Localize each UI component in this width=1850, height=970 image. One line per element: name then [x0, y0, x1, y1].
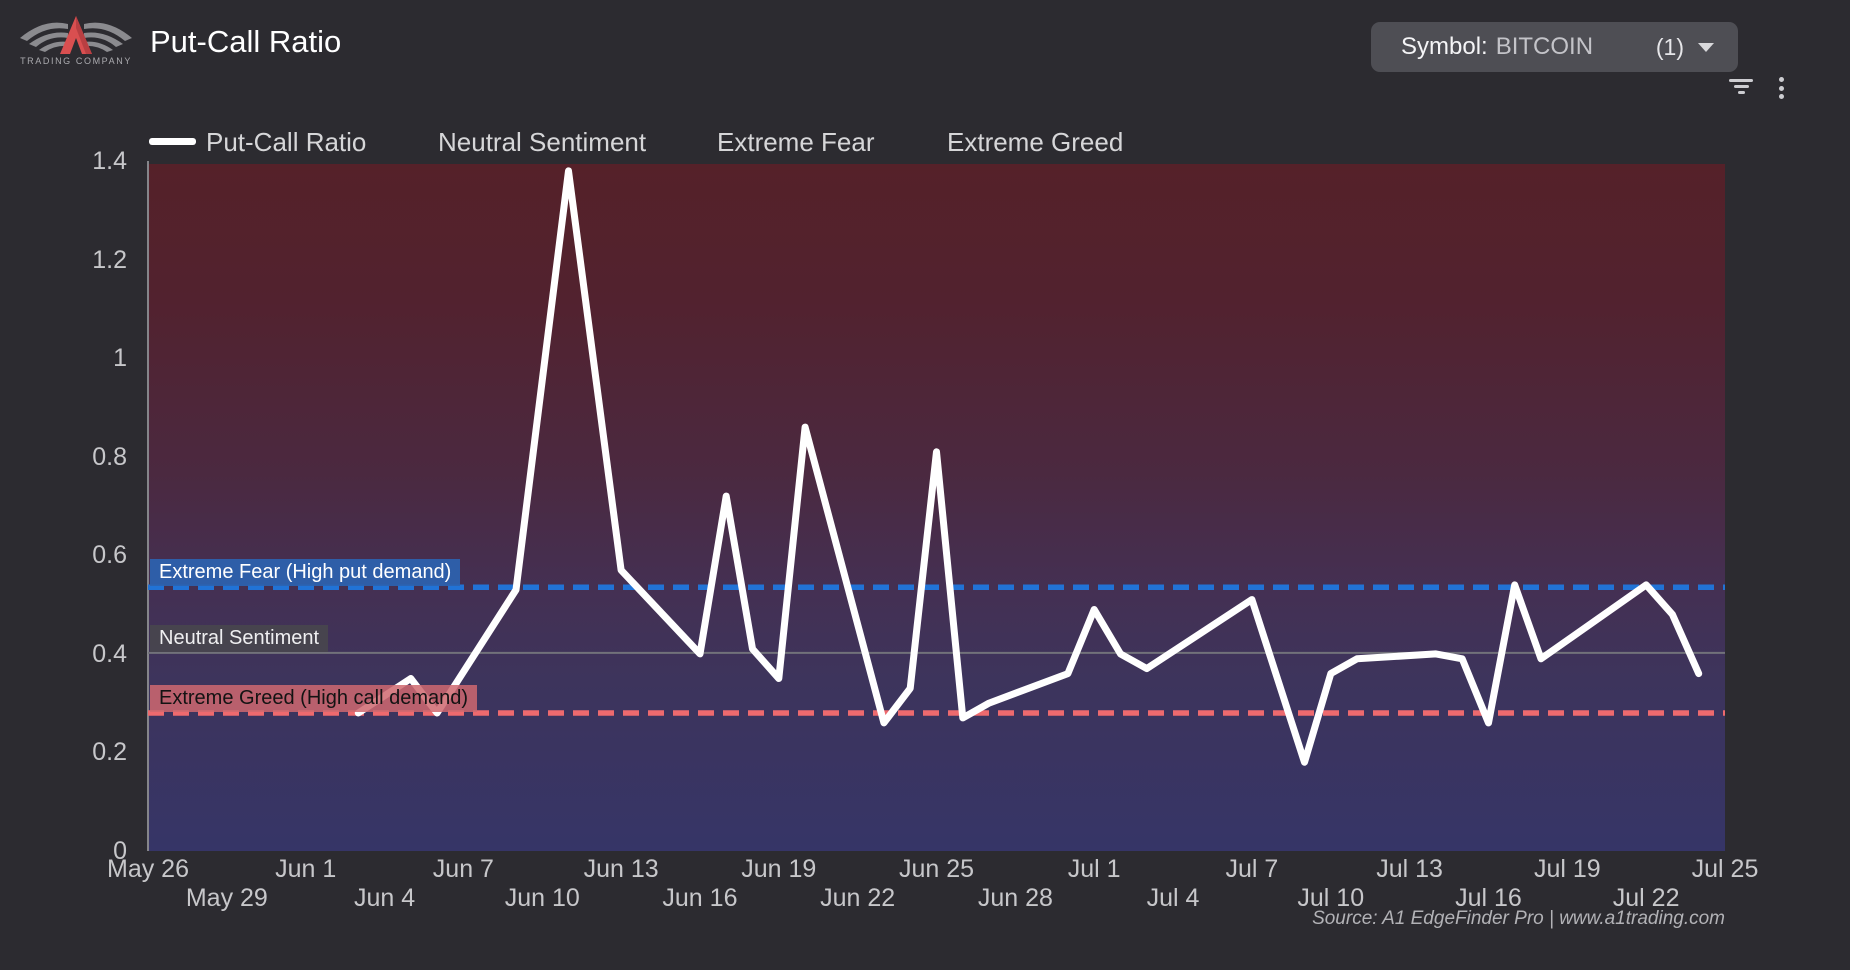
- x-tick-label: May 29: [162, 884, 292, 913]
- symbol-value: BITCOIN: [1496, 33, 1593, 60]
- x-tick-label: Jun 28: [950, 884, 1080, 913]
- extreme-greed-line-label: Extreme Greed (High call demand): [150, 685, 477, 712]
- company-logo: TRADING COMPANY: [12, 12, 140, 74]
- y-tick-label: 0.2: [28, 738, 127, 767]
- legend-item-neutral-sentiment[interactable]: Neutral Sentiment: [438, 127, 646, 158]
- x-tick-label: Jun 4: [320, 884, 450, 913]
- legend-item-put-call-ratio[interactable]: Put-Call Ratio: [206, 127, 366, 158]
- logo-company-text: TRADING COMPANY: [12, 56, 140, 66]
- x-tick-label: Jul 19: [1502, 855, 1632, 884]
- plot-background: [149, 164, 1725, 851]
- x-tick-label: Jul 13: [1345, 855, 1475, 884]
- symbol-selector-button[interactable]: Symbol: BITCOIN (1): [1371, 22, 1738, 72]
- x-tick-label: Jul 7: [1187, 855, 1317, 884]
- y-tick-label: 1.2: [28, 246, 127, 275]
- x-tick-label: Jun 16: [635, 884, 765, 913]
- x-tick-label: May 26: [83, 855, 213, 884]
- y-tick-label: 0.6: [28, 541, 127, 570]
- x-tick-label: Jul 25: [1660, 855, 1790, 884]
- chevron-down-icon: [1698, 43, 1714, 52]
- neutral-sentiment-line-label: Neutral Sentiment: [150, 625, 328, 652]
- x-tick-label: Jul 1: [1029, 855, 1159, 884]
- source-attribution: Source: A1 EdgeFinder Pro | www.a1tradin…: [1312, 908, 1725, 930]
- extreme-fear-line-label: Extreme Fear (High put demand): [150, 559, 460, 586]
- page-title: Put-Call Ratio: [150, 24, 341, 60]
- y-tick-label: 1: [28, 344, 127, 373]
- x-tick-label: Jun 19: [714, 855, 844, 884]
- kebab-menu-icon[interactable]: [1773, 77, 1789, 99]
- legend-item-extreme-greed[interactable]: Extreme Greed: [947, 127, 1123, 158]
- y-tick-label: 0.8: [28, 443, 127, 472]
- x-tick-label: Jun 22: [793, 884, 923, 913]
- x-tick-label: Jun 25: [872, 855, 1002, 884]
- legend-swatch-put-call-ratio: [149, 138, 196, 145]
- put-call-ratio-dashboard: TRADING COMPANY Put-Call Ratio Symbol: BI…: [0, 0, 1850, 970]
- filter-icon[interactable]: [1728, 79, 1754, 95]
- legend-item-extreme-fear[interactable]: Extreme Fear: [717, 127, 875, 158]
- symbol-label: Symbol:: [1401, 33, 1488, 60]
- symbol-count: (1): [1656, 34, 1684, 61]
- x-tick-label: Jun 1: [241, 855, 371, 884]
- y-tick-label: 1.4: [28, 147, 127, 176]
- x-tick-label: Jun 7: [398, 855, 528, 884]
- x-tick-label: Jun 10: [477, 884, 607, 913]
- x-tick-label: Jun 13: [556, 855, 686, 884]
- y-tick-label: 0.4: [28, 640, 127, 669]
- x-tick-label: Jul 4: [1108, 884, 1238, 913]
- logo-wings-icon: [12, 12, 140, 58]
